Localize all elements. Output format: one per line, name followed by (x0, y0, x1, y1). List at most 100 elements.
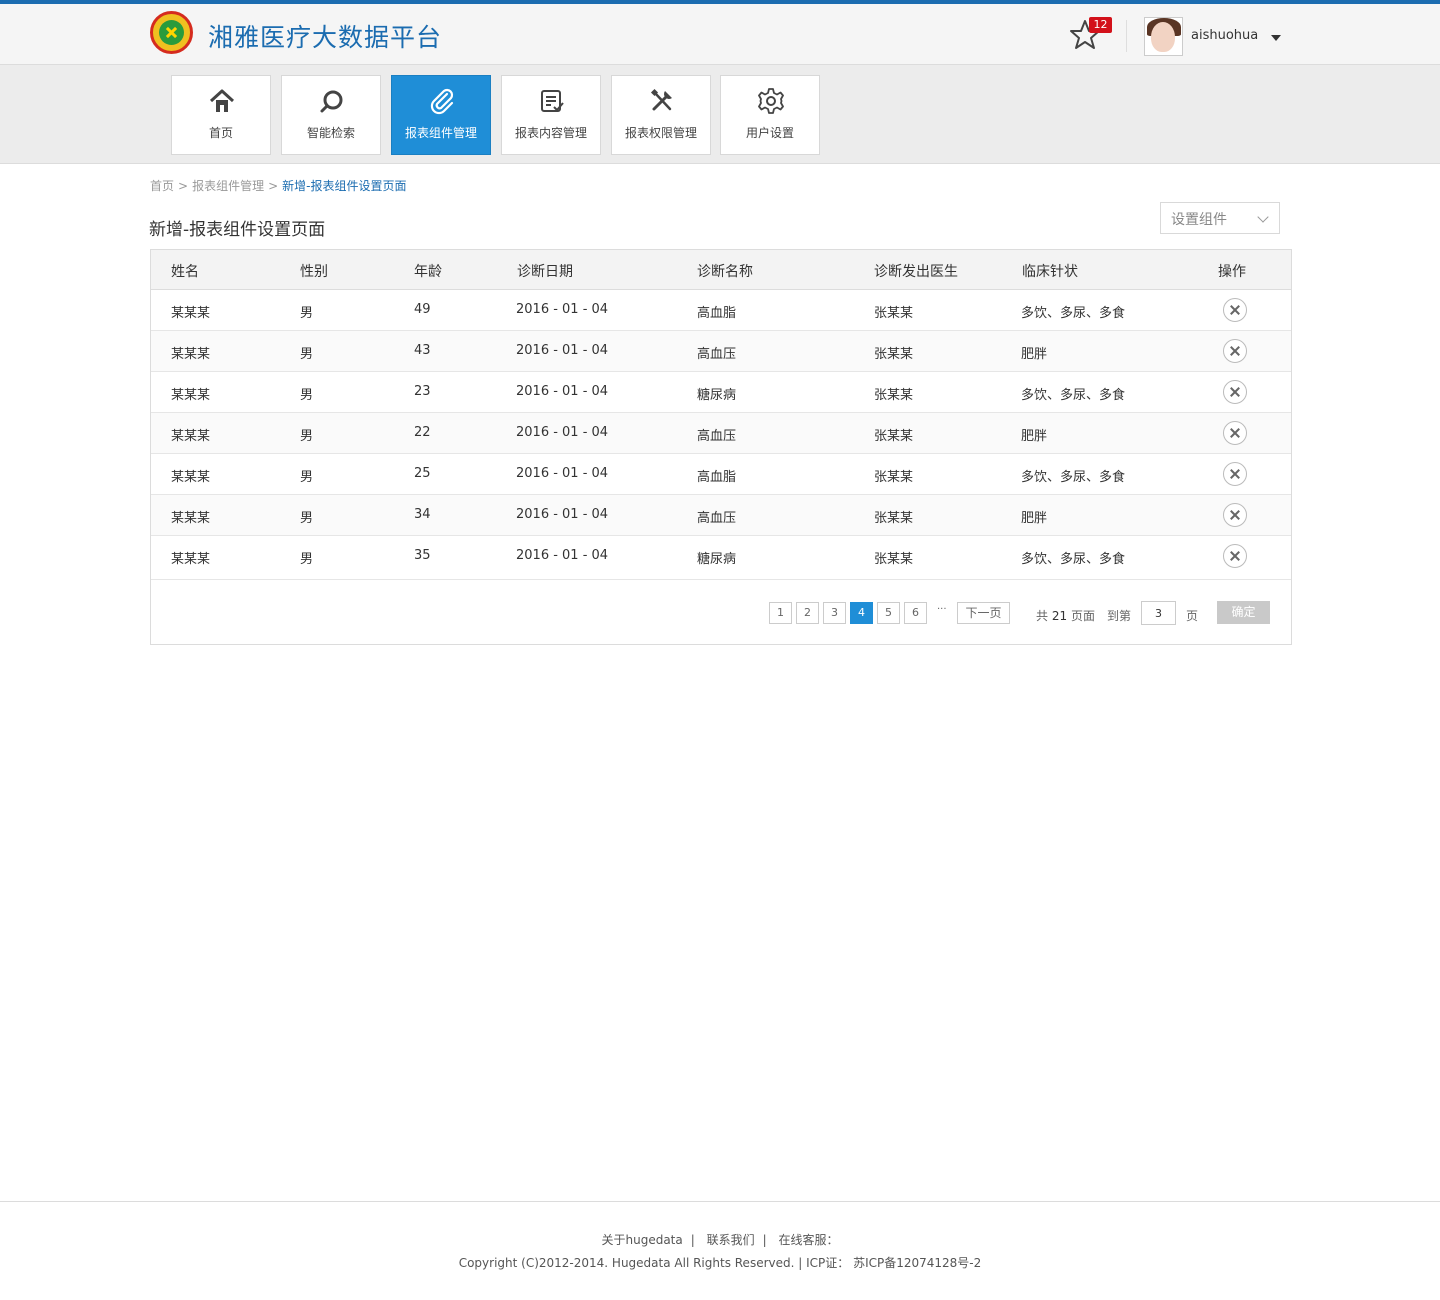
cell-gender: 男 (300, 347, 314, 362)
nav-label: 报表权限管理 (624, 126, 697, 140)
delete-row-icon[interactable] (1223, 421, 1247, 445)
total-pages-label: 共 21 页面 (1036, 609, 1095, 623)
table-header: 姓名 性别 年龄 诊断日期 诊断名称 诊断发出医生 临床针状 操作 (151, 250, 1291, 290)
column-header: 诊断日期 (517, 264, 573, 280)
page-button[interactable]: 6 (904, 602, 927, 624)
cell-date: 2016 - 01 - 04 (516, 548, 609, 563)
table-row: 某某某 男 49 2016 - 01 - 04 高血脂 张某某 多饮、多尿、多食 (151, 290, 1291, 331)
goto-confirm-button[interactable]: 确定 (1217, 601, 1270, 624)
page-title: 新增-报表组件设置页面 (149, 220, 326, 240)
cell-age: 35 (414, 548, 431, 563)
cell-age: 22 (414, 425, 431, 440)
nav-label: 报表内容管理 (514, 126, 587, 140)
goto-suffix-label: 页 (1186, 609, 1199, 623)
page-button[interactable]: 2 (796, 602, 819, 624)
about-link[interactable]: 关于hugedata (601, 1233, 682, 1247)
cell-name: 某某某 (171, 388, 211, 403)
app-title: 湘雅医疗大数据平台 (208, 23, 443, 52)
delete-row-icon[interactable] (1223, 380, 1247, 404)
user-menu-caret-icon[interactable] (1271, 35, 1281, 41)
cell-name: 某某某 (171, 511, 211, 526)
cell-date: 2016 - 01 - 04 (516, 466, 609, 481)
cell-name: 某某某 (171, 552, 211, 567)
tools-icon (647, 86, 677, 116)
nav-label: 用户设置 (745, 126, 794, 140)
breadcrumb-separator: > (178, 179, 189, 193)
cell-symptoms: 肥胖 (1021, 429, 1048, 444)
nav-tile-home[interactable]: 首页 (171, 75, 271, 155)
user-avatar[interactable] (1144, 17, 1183, 56)
component-select-value: 设置组件 (1171, 212, 1227, 228)
cell-date: 2016 - 01 - 04 (516, 302, 609, 317)
delete-row-icon[interactable] (1223, 298, 1247, 322)
nav-label: 智能检索 (306, 126, 355, 140)
header-divider (1126, 20, 1127, 52)
cell-diagnosis: 高血脂 (697, 306, 737, 321)
goto-page-input[interactable] (1141, 601, 1176, 625)
cell-doctor: 张某某 (874, 429, 914, 444)
cell-gender: 男 (300, 306, 314, 321)
page-ellipsis: ··· (937, 604, 947, 615)
nav-tile-user-settings[interactable]: 用户设置 (720, 75, 820, 155)
home-icon (207, 86, 237, 116)
cell-doctor: 张某某 (874, 306, 914, 321)
column-header: 年龄 (414, 264, 442, 280)
cell-doctor: 张某某 (874, 470, 914, 485)
cell-date: 2016 - 01 - 04 (516, 384, 609, 399)
table-row: 某某某 男 23 2016 - 01 - 04 糖尿病 张某某 多饮、多尿、多食 (151, 372, 1291, 413)
cell-gender: 男 (300, 552, 314, 567)
search-icon (317, 86, 347, 116)
contact-link[interactable]: 联系我们 (707, 1233, 755, 1247)
cell-doctor: 张某某 (874, 552, 914, 567)
username[interactable]: aishuohua (1191, 28, 1258, 43)
column-header: 操作 (1218, 264, 1246, 280)
table-row: 某某某 男 22 2016 - 01 - 04 高血压 张某某 肥胖 (151, 413, 1291, 454)
breadcrumb-current: 新增-报表组件设置页面 (282, 179, 407, 193)
column-header: 诊断发出医生 (874, 264, 958, 280)
nav-tile-smart-search[interactable]: 智能检索 (281, 75, 381, 155)
breadcrumb-home[interactable]: 首页 (150, 179, 174, 193)
nav-label: 报表组件管理 (404, 126, 477, 140)
delete-row-icon[interactable] (1223, 339, 1247, 363)
main-nav: 首页 智能检索 报表组件管理 报表内容管理 报表权限管理 用户设置 (0, 65, 1440, 164)
column-header: 临床针状 (1022, 264, 1078, 280)
report-list-icon (537, 86, 567, 116)
column-header: 性别 (300, 264, 328, 280)
breadcrumb-report-components[interactable]: 报表组件管理 (192, 179, 264, 193)
top-bar: 湘雅医疗大数据平台 12 aishuohua (0, 0, 1440, 65)
breadcrumb-separator: > (268, 179, 279, 193)
copyright: Copyright (C)2012-2014. Hugedata All Rig… (458, 1256, 982, 1270)
page-button[interactable]: 3 (823, 602, 846, 624)
footer: 关于hugedata | 联系我们 | 在线客服： Copyright (C)201… (0, 1201, 1440, 1300)
cell-gender: 男 (300, 388, 314, 403)
cell-symptoms: 多饮、多尿、多食 (1021, 306, 1126, 321)
nav-tile-report-content[interactable]: 报表内容管理 (501, 75, 601, 155)
page-button[interactable]: 5 (877, 602, 900, 624)
table-row: 某某某 男 25 2016 - 01 - 04 高血脂 张某某 多饮、多尿、多食 (151, 454, 1291, 495)
component-select[interactable]: 设置组件 (1160, 202, 1280, 234)
cell-date: 2016 - 01 - 04 (516, 425, 609, 440)
next-page-button[interactable]: 下一页 (957, 602, 1010, 624)
nav-tile-report-components[interactable]: 报表组件管理 (391, 75, 491, 155)
cell-gender: 男 (300, 470, 314, 485)
nav-tile-report-permissions[interactable]: 报表权限管理 (611, 75, 711, 155)
cell-age: 23 (414, 384, 431, 399)
cell-symptoms: 多饮、多尿、多食 (1021, 388, 1126, 403)
online-service-link[interactable]: 在线客服： (779, 1233, 839, 1247)
cell-symptoms: 多饮、多尿、多食 (1021, 470, 1126, 485)
footer-links: 关于hugedata | 联系我们 | 在线客服： (0, 1231, 1440, 1248)
delete-row-icon[interactable] (1223, 503, 1247, 527)
page-button[interactable]: 1 (769, 602, 792, 624)
cell-doctor: 张某某 (874, 511, 914, 526)
cell-age: 43 (414, 343, 431, 358)
cell-age: 49 (414, 302, 431, 317)
cell-age: 34 (414, 507, 431, 522)
delete-row-icon[interactable] (1223, 544, 1247, 568)
pagination: 1 2 3 4 5 6 ··· 下一页 共 21 页面 到第 页 确定 (151, 580, 1291, 644)
cell-diagnosis: 高血脂 (697, 470, 737, 485)
cell-symptoms: 肥胖 (1021, 511, 1048, 526)
delete-row-icon[interactable] (1223, 462, 1247, 486)
hospital-logo (150, 11, 193, 54)
page-button-current[interactable]: 4 (850, 602, 873, 624)
cell-date: 2016 - 01 - 04 (516, 343, 609, 358)
